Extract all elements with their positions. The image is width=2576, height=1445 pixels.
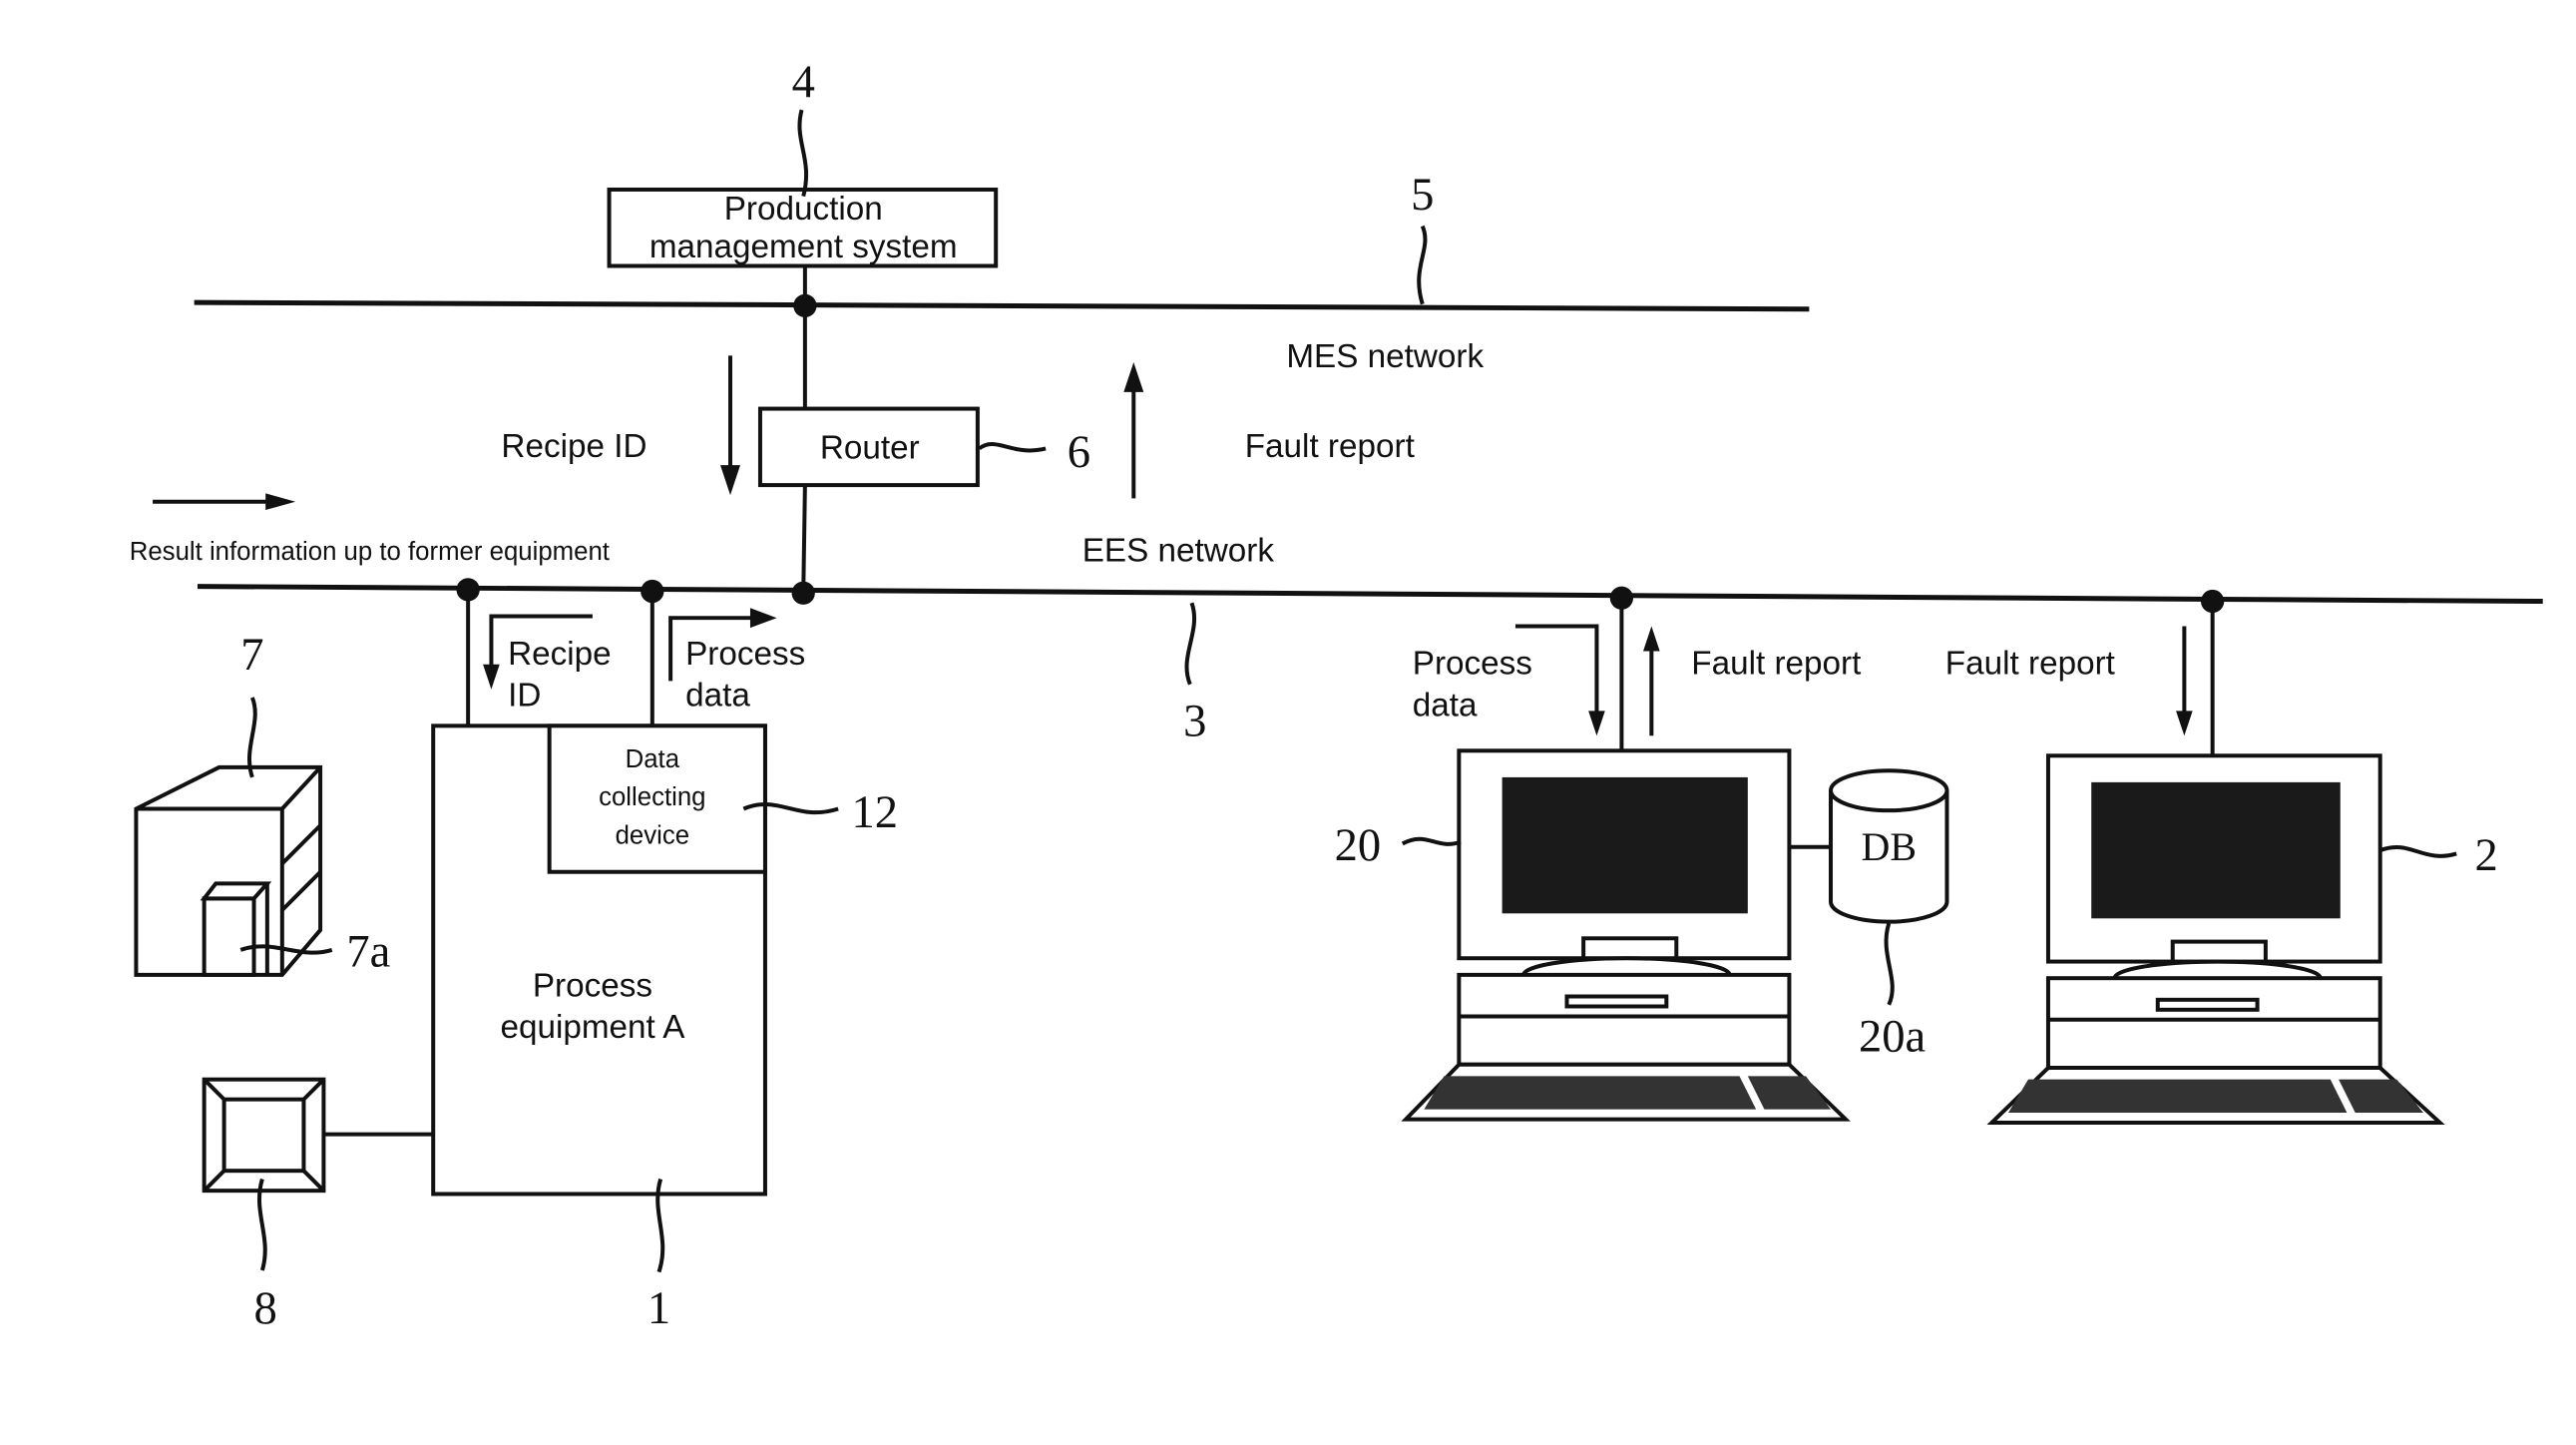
recipe-id-top-label: Recipe ID — [501, 428, 646, 465]
pc2-fault-label: Fault report — [1945, 646, 2115, 683]
result-info-label: Result information up to former equipmen… — [130, 538, 610, 566]
production-management-system: Production management system — [607, 187, 999, 268]
ref-8: 8 — [254, 1282, 277, 1334]
leader-3 — [1184, 602, 1197, 686]
arrow-up-icon — [1123, 361, 1144, 392]
arrow-right-icon — [749, 608, 777, 629]
arrow-down-icon — [2176, 711, 2193, 736]
computer-20 — [1401, 748, 1851, 1122]
mes-network-line — [194, 299, 1810, 312]
arrow-up-icon — [1643, 626, 1660, 652]
ref-4: 4 — [792, 56, 815, 108]
leader-20a — [1884, 922, 1895, 1006]
ees-network-line — [197, 584, 2543, 605]
dcd-label-1: Data — [626, 745, 680, 773]
leader-5 — [1417, 225, 1428, 305]
leader-6 — [978, 442, 1047, 453]
pms-label-2: management system — [649, 229, 958, 265]
pc20-process-label-1: Process — [1413, 646, 1532, 683]
ees-network-label: EES network — [1082, 533, 1275, 570]
dcd-label-3: device — [616, 821, 689, 849]
ref-7a: 7a — [346, 926, 390, 978]
arrow-down-icon — [720, 465, 740, 496]
pc20-fault-label: Fault report — [1691, 646, 1861, 683]
equipment-label-2: equipment A — [500, 1009, 685, 1046]
mes-network-label: MES network — [1286, 338, 1484, 375]
ref-2: 2 — [2475, 829, 2498, 881]
recipe-label-1: Recipe — [508, 636, 612, 673]
ref-7: 7 — [240, 629, 263, 681]
router-label: Router — [820, 429, 920, 466]
router: Router — [757, 406, 980, 488]
fault-report-top-label: Fault report — [1245, 428, 1415, 465]
router-ees-link — [801, 485, 807, 594]
db-label: DB — [1862, 824, 1917, 869]
leader-20 — [1401, 836, 1462, 846]
leader-2 — [2378, 844, 2457, 858]
ref-6: 6 — [1068, 426, 1090, 478]
database: DB — [1829, 768, 1949, 924]
ref-20a: 20a — [1859, 1010, 1927, 1062]
ref-3: 3 — [1183, 695, 1206, 746]
dcd-label-2: collecting — [599, 783, 705, 811]
system-diagram: Production management system 4 MES netwo… — [130, 56, 2543, 1334]
recipe-label-2: ID — [508, 677, 541, 714]
ref-5: 5 — [1411, 169, 1434, 221]
pc20-process-label-2: data — [1413, 687, 1478, 723]
ref-1: 1 — [647, 1282, 670, 1334]
storage-unit — [134, 764, 323, 977]
ref-20: 20 — [1335, 819, 1382, 871]
arrow-down-icon — [483, 664, 500, 690]
arrow-right-icon — [265, 493, 296, 511]
arrow-down-icon — [1588, 711, 1605, 736]
process-data-label-2: data — [685, 677, 750, 714]
data-collecting-device: Data collecting device — [547, 723, 767, 874]
leader-4 — [797, 109, 809, 198]
process-data-label-1: Process — [685, 636, 805, 673]
computer-2 — [1986, 753, 2445, 1125]
ees-node-router — [791, 581, 815, 605]
leader-8 — [257, 1178, 267, 1271]
ref-12: 12 — [851, 786, 898, 838]
equipment-label-1: Process — [533, 968, 652, 1005]
terminal — [202, 1077, 326, 1194]
